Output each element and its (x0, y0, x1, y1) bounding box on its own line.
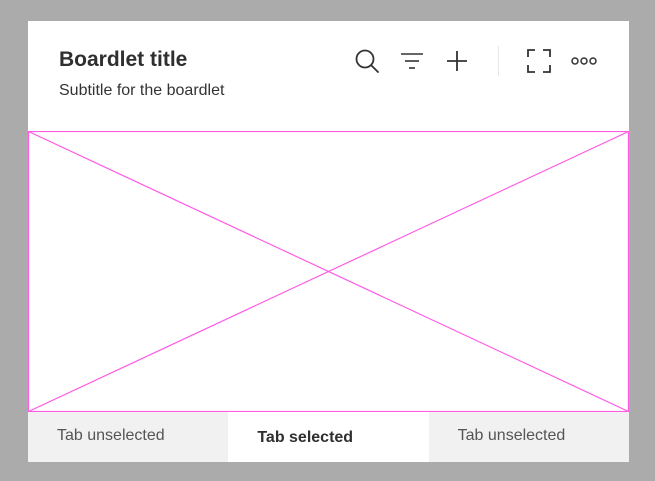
expand-button[interactable] (524, 46, 554, 76)
search-icon (355, 49, 379, 73)
add-button[interactable] (442, 46, 472, 76)
tab-2-selected[interactable]: Tab selected (228, 412, 429, 462)
search-button[interactable] (352, 46, 382, 76)
tab-1[interactable]: Tab unselected (28, 412, 229, 462)
expand-icon (527, 49, 551, 73)
boardlet-title: Boardlet title (59, 48, 188, 71)
filter-icon (401, 53, 423, 69)
add-icon (447, 51, 467, 71)
toolbar-divider (498, 46, 499, 76)
boardlet-subtitle: Subtitle for the boardlet (59, 82, 225, 99)
tab-bar: Tab unselected Tab selected Tab unselect… (28, 412, 629, 462)
filter-button[interactable] (397, 46, 427, 76)
boardlet-header: Boardlet title Subtitle for the boardlet (28, 21, 629, 131)
tab-3[interactable]: Tab unselected (428, 412, 629, 462)
content-area (28, 131, 629, 412)
more-icon (571, 57, 597, 65)
more-button[interactable] (569, 46, 599, 76)
image-placeholder (28, 131, 629, 412)
boardlet-card: Boardlet title Subtitle for the boardlet (28, 21, 629, 462)
